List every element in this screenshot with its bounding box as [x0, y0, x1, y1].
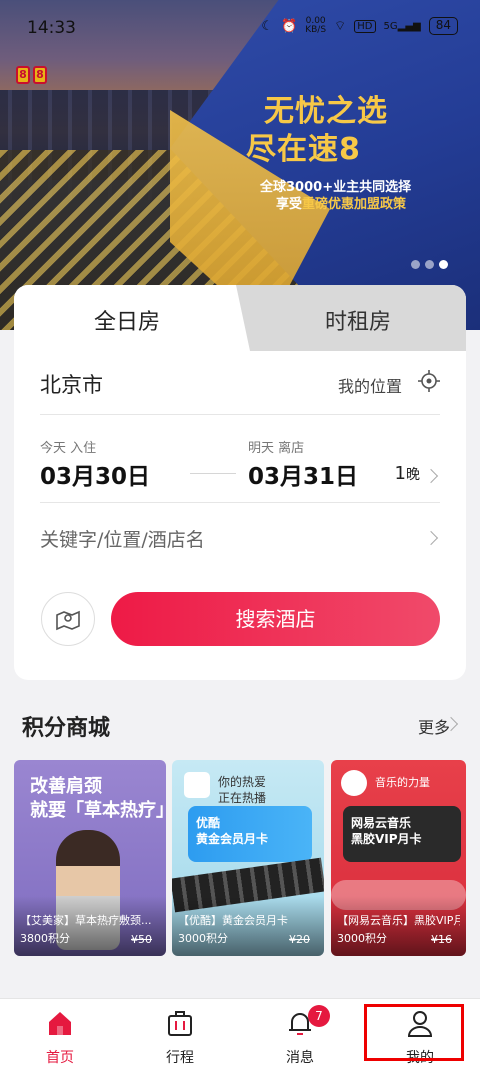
nav-home[interactable]: 首页 [0, 999, 120, 1073]
card-line1: 网易云音乐 [351, 816, 412, 830]
locate-icon[interactable] [418, 370, 440, 392]
booking-card: 全日房 时租房 北京市 我的位置 今天 入住 03月30日 明天 离店 03月3… [14, 285, 466, 680]
product-name: 【艾美家】草本热疗敷颈... [20, 914, 152, 927]
page-dot [425, 260, 434, 269]
booking-tabs: 全日房 时租房 [14, 285, 466, 351]
product-card[interactable]: 音乐的力量 网易云音乐 黑胶VIP月卡 【网易云音乐】黑胶VIP月卡 3000积… [331, 760, 466, 956]
chevron-right-icon [423, 530, 439, 546]
message-badge: 7 [308, 1005, 330, 1027]
status-bar: 14:33 ☾ ⏰ 0.00 KB/S ⌔ HD 5G▂▄▆ 84 [0, 0, 480, 58]
tab-hourly-label[interactable]: 时租房 [250, 304, 466, 336]
city-row[interactable]: 北京市 我的位置 [40, 367, 440, 415]
logo-char: 8 [16, 66, 30, 84]
luggage-icon [168, 1011, 192, 1036]
net-speed: 0.00 KB/S [305, 16, 327, 35]
card-line2: 黄金会员月卡 [196, 832, 269, 846]
nav-label: 消息 [286, 1050, 314, 1066]
signal-5g: 5G▂▄▆ [383, 20, 421, 32]
product-name: 【网易云音乐】黑胶VIP月卡 [337, 914, 460, 927]
card-line2: 黑胶VIP月卡 [351, 832, 422, 846]
city-name[interactable]: 北京市 [40, 369, 103, 399]
status-time: 14:33 [27, 18, 76, 38]
product-name: 【优酷】黄金会员月卡 [178, 914, 288, 927]
map-icon [56, 610, 80, 631]
mall-title: 积分商城 [22, 716, 111, 741]
checkout-label: 明天 离店 [248, 441, 305, 456]
alarm-icon: ⏰ [281, 18, 298, 34]
logo-char: 8 [33, 66, 47, 84]
product-points: 3000积分 [337, 932, 387, 945]
keyword-input[interactable]: 关键字/位置/酒店名 [40, 525, 205, 552]
product-handwriting: 你的热爱 正在热播 [218, 775, 267, 805]
nights-count[interactable]: 1晚 [395, 463, 420, 484]
checkout-date[interactable]: 03月31日 [248, 457, 358, 491]
tab-allday-label[interactable]: 全日房 [14, 304, 240, 336]
page-dot-active [439, 260, 448, 269]
product-old-price: ¥20 [289, 933, 310, 946]
product-headline: 改善肩颈 [30, 776, 102, 797]
nav-trips[interactable]: 行程 [120, 999, 240, 1073]
chevron-right-icon [423, 468, 439, 484]
product-old-price: ¥50 [131, 933, 152, 946]
product-card[interactable]: 你的热爱 正在热播 优酷 黄金会员月卡 【优酷】黄金会员月卡 3000积分 ¥20 [172, 760, 324, 956]
checkin-date[interactable]: 03月30日 [40, 457, 150, 491]
product-points: 3800积分 [20, 932, 70, 945]
battery-icon: 84 [428, 17, 458, 35]
keyword-row[interactable]: 关键字/位置/酒店名 [40, 503, 440, 573]
brand-logo: 8 8 [16, 66, 47, 84]
my-location-label[interactable]: 我的位置 [338, 373, 402, 397]
banner-subline2: 享受重磅优惠加盟政策 [276, 197, 407, 212]
youku-logo-icon [184, 772, 210, 798]
home-icon [49, 1012, 71, 1035]
netease-music-logo-icon [341, 770, 367, 796]
wifi-icon: ⌔ [334, 19, 347, 34]
hd-icon: HD [354, 19, 376, 33]
page-dot [411, 260, 420, 269]
nav-label: 首页 [46, 1050, 74, 1066]
product-headline: 就要「草本热疗」 [30, 800, 166, 821]
search-hotel-button[interactable]: 搜索酒店 [111, 592, 440, 646]
product-points: 3000积分 [178, 932, 228, 945]
date-row[interactable]: 今天 入住 03月30日 明天 离店 03月31日 1晚 [40, 433, 440, 503]
product-old-price: ¥16 [431, 933, 452, 946]
banner-pagination [411, 260, 448, 269]
banner-slogan-line2: 尽在速8 [246, 132, 361, 167]
tab-hourly[interactable]: 时租房 [250, 285, 466, 351]
date-separator [190, 473, 236, 474]
status-icons: ☾ ⏰ 0.00 KB/S ⌔ HD 5G▂▄▆ 84 [261, 17, 458, 35]
checkin-label: 今天 入住 [40, 441, 97, 456]
nav-messages[interactable]: 7 消息 [240, 999, 360, 1073]
nav-label: 行程 [166, 1050, 194, 1066]
card-line1: 优酷 [196, 816, 221, 830]
product-handwriting: 音乐的力量 [375, 776, 430, 789]
product-card[interactable]: 改善肩颈 就要「草本热疗」 【艾美家】草本热疗敷颈... 3800积分 ¥50 [14, 760, 166, 956]
highlight-box [364, 1004, 464, 1061]
moon-icon: ☾ [261, 18, 274, 34]
map-button[interactable] [41, 592, 95, 646]
